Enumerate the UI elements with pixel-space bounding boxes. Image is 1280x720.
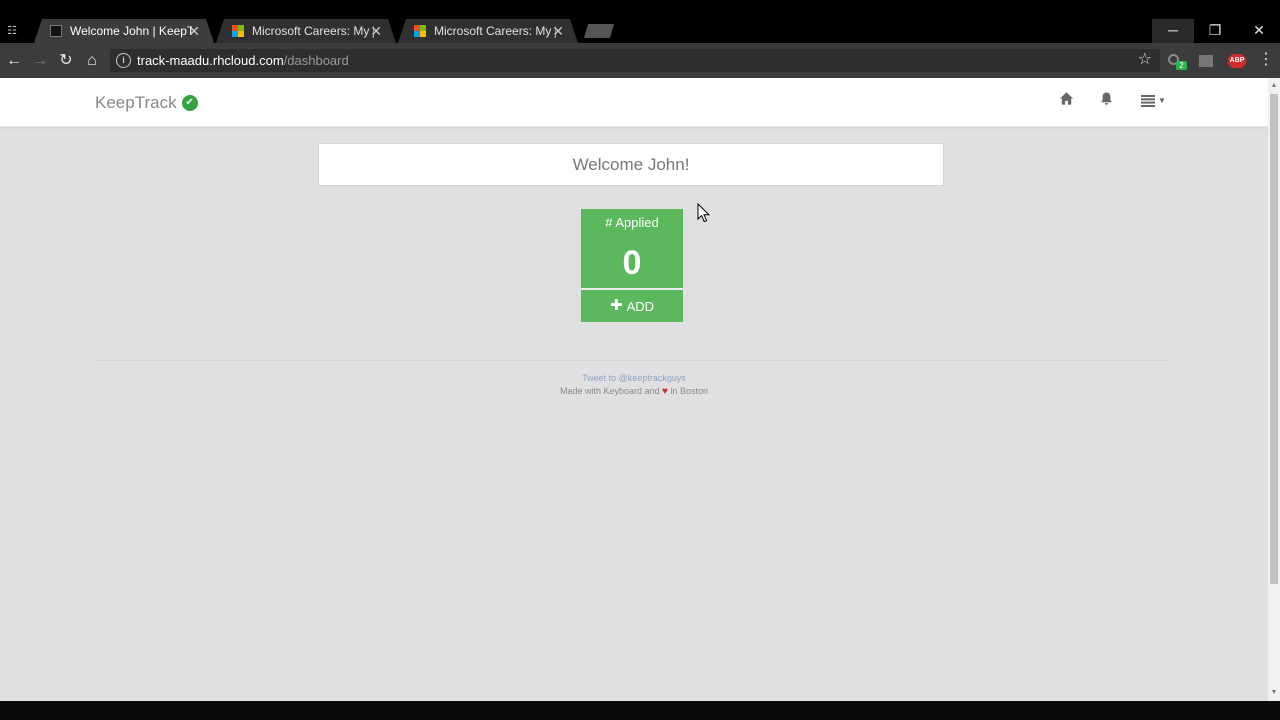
app-navbar: KeepTrack ✔ ▼ <box>0 78 1268 127</box>
address-bar[interactable]: i track-maadu.rhcloud.com/dashboard ☆ <box>110 49 1160 72</box>
applied-label: # Applied <box>605 215 659 230</box>
forward-arrow-icon[interactable]: → <box>29 50 51 72</box>
footer-tweet-line: Tweet to @keeptrackguys <box>0 372 1268 384</box>
extension-badge: 2 <box>1176 61 1187 70</box>
tab-close-icon[interactable]: ✕ <box>370 22 382 40</box>
minimize-icon[interactable]: ─ <box>1152 19 1194 43</box>
bell-icon[interactable] <box>1100 91 1114 111</box>
home-icon[interactable] <box>1059 91 1075 111</box>
adblock-plus-icon[interactable]: ABP <box>1228 54 1246 68</box>
tab-keeptrack[interactable]: Welcome John | KeepTrack ✕ <box>34 19 214 43</box>
new-tab-button[interactable] <box>584 24 614 38</box>
window-close-icon[interactable]: ✕ <box>1238 19 1280 43</box>
plus-icon: ✚ <box>609 297 623 314</box>
heart-icon: ♥ <box>662 386 668 397</box>
home-page-icon[interactable]: ⌂ <box>81 50 103 72</box>
site-info-icon[interactable]: i <box>116 53 131 68</box>
made-with-prefix: Made with Keyboard and <box>559 386 660 396</box>
add-application-button[interactable]: ✚ ADD <box>581 290 683 322</box>
tab-microsoft-careers-2[interactable]: Microsoft Careers: My jobs ✕ <box>398 19 578 43</box>
tab-title: Welcome John | KeepTrack <box>70 24 192 38</box>
tab-search-icon[interactable]: ☷ <box>3 22 21 40</box>
tab-strip: ☷ Welcome John | KeepTrack ✕ Microsoft C… <box>0 19 1280 43</box>
tab-title: Microsoft Careers: My jobs <box>434 24 552 38</box>
browser-menu-icon[interactable]: ⋮ <box>1258 51 1274 69</box>
tab-close-icon[interactable]: ✕ <box>552 22 564 40</box>
mouse-cursor-icon <box>697 203 711 223</box>
add-button-label: ADD <box>626 298 655 314</box>
page-viewport: KeepTrack ✔ ▼ Welcome John! # Applied 0 … <box>0 78 1268 701</box>
applied-tile: # Applied 0 ✚ ADD <box>581 209 683 322</box>
tweet-link[interactable]: Tweet to @keeptrackguys <box>582 373 686 383</box>
list-menu-icon[interactable]: ▼ <box>1141 91 1169 111</box>
keeptrack-favicon <box>50 25 62 37</box>
reload-icon[interactable]: ↻ <box>55 50 77 72</box>
tab-close-icon[interactable]: ✕ <box>188 22 200 40</box>
microsoft-logo-icon <box>414 25 426 37</box>
footer-divider <box>96 360 1168 361</box>
footer-made-with: Made with Keyboard and ♥ in Boston <box>0 385 1268 398</box>
page-scrollbar[interactable]: ▲ ▼ <box>1268 78 1280 701</box>
welcome-message: Welcome John! <box>572 155 690 174</box>
url-path: /dashboard <box>283 53 349 68</box>
bookmark-star-icon[interactable]: ☆ <box>1138 51 1152 69</box>
url-text[interactable]: track-maadu.rhcloud.com/dashboard <box>137 53 349 68</box>
tab-title: Microsoft Careers: My jobs <box>252 24 370 38</box>
extension-icon[interactable] <box>1199 55 1213 67</box>
extension-icon[interactable]: 2 <box>1166 53 1187 70</box>
window-titlebar <box>0 0 1280 19</box>
scroll-down-icon[interactable]: ▼ <box>1268 687 1280 699</box>
restore-icon[interactable]: ❐ <box>1194 19 1236 43</box>
window-bottom-edge <box>0 701 1280 720</box>
brand-link[interactable]: KeepTrack ✔ <box>95 92 198 114</box>
browser-toolbar: ← → ↻ ⌂ i track-maadu.rhcloud.com/dashbo… <box>0 43 1280 78</box>
microsoft-logo-icon <box>232 25 244 37</box>
back-arrow-icon[interactable]: ← <box>3 50 25 72</box>
applied-count: 0 <box>622 244 642 282</box>
chevron-down-icon: ▼ <box>1158 96 1166 105</box>
brand-name: KeepTrack <box>95 93 177 112</box>
scroll-up-icon[interactable]: ▲ <box>1268 80 1280 92</box>
url-host: track-maadu.rhcloud.com <box>137 53 284 68</box>
tab-microsoft-careers-1[interactable]: Microsoft Careers: My jobs ✕ <box>216 19 396 43</box>
made-with-suffix: in Boston <box>670 386 709 396</box>
scrollbar-thumb[interactable] <box>1270 94 1278 584</box>
check-circle-icon: ✔ <box>181 95 198 111</box>
welcome-card: Welcome John! <box>318 143 944 186</box>
